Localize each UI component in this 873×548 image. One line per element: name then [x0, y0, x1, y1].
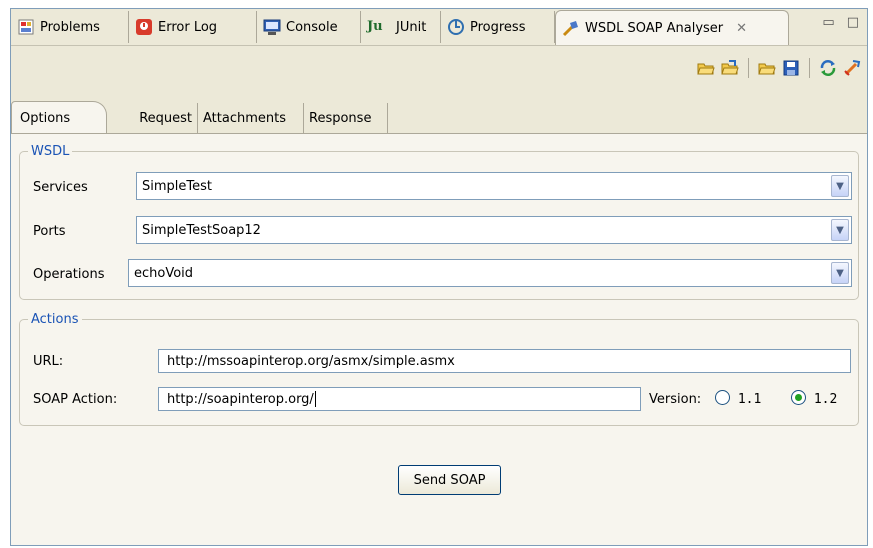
url-label: URL:	[33, 354, 64, 369]
radio-11[interactable]	[715, 390, 730, 405]
tab-options-label: Options	[20, 110, 71, 126]
actions-legend: Actions	[31, 312, 79, 327]
version-11-radio[interactable]: 1.1	[715, 390, 761, 407]
tab-junit-label: JUnit	[396, 19, 427, 35]
options-panel: WSDL Services SimpleTest ▼ Ports SimpleT…	[11, 133, 867, 545]
services-value: SimpleTest	[142, 178, 212, 194]
tab-response-label: Response	[309, 110, 372, 126]
chevron-down-icon[interactable]: ▼	[831, 175, 849, 197]
tab-request[interactable]: Request	[112, 103, 198, 133]
wsdl-analyser-icon	[562, 19, 580, 37]
load-folder-icon[interactable]	[758, 59, 776, 77]
view-tab-bar: Problems Error Log Console Ju JUnit Prog…	[11, 9, 867, 46]
version-11-label: 1.1	[737, 392, 762, 407]
text-cursor	[314, 391, 316, 407]
wsdl-legend: WSDL	[31, 144, 70, 159]
minimize-icon[interactable]: ▭	[822, 15, 834, 30]
chevron-down-icon[interactable]: ▼	[831, 262, 849, 284]
tab-wsdl-soap-analyser[interactable]: WSDL SOAP Analyser ✕	[555, 10, 789, 45]
operations-value: echoVoid	[134, 265, 194, 281]
ports-select[interactable]: SimpleTestSoap12 ▼	[136, 216, 852, 244]
tab-error-log-label: Error Log	[158, 19, 218, 35]
inner-tab-bar: Options Request Attachments Response	[11, 99, 867, 134]
url-input[interactable]: http://mssoapinterop.org/asmx/simple.asm…	[158, 349, 851, 373]
toolbar-buttons	[697, 58, 861, 78]
tab-options[interactable]: Options	[11, 101, 107, 134]
view-frame: Problems Error Log Console Ju JUnit Prog…	[10, 8, 868, 546]
close-icon[interactable]: ✕	[736, 21, 747, 36]
send-soap-button[interactable]: Send SOAP	[398, 465, 501, 495]
tab-attachments-label: Attachments	[203, 110, 286, 126]
url-value: http://mssoapinterop.org/asmx/simple.asm…	[167, 353, 455, 369]
toolbar	[11, 46, 867, 100]
open-file-icon[interactable]	[721, 59, 739, 77]
tab-progress-label: Progress	[470, 19, 526, 35]
tab-error-log[interactable]: Error Log	[129, 11, 257, 43]
version-12-radio[interactable]: 1.2	[791, 390, 837, 407]
clear-icon[interactable]	[843, 59, 861, 77]
version-12-label: 1.2	[813, 392, 838, 407]
ports-value: SimpleTestSoap12	[142, 222, 261, 238]
toolbar-separator	[809, 58, 810, 78]
send-soap-label: Send SOAP	[413, 472, 486, 488]
version-label: Version:	[649, 392, 702, 407]
operations-label: Operations	[33, 267, 105, 282]
tab-problems[interactable]: Problems	[11, 11, 129, 43]
services-select[interactable]: SimpleTest ▼	[136, 172, 852, 200]
problems-icon	[17, 18, 35, 36]
services-label: Services	[33, 180, 88, 195]
console-icon	[263, 18, 281, 36]
maximize-icon[interactable]: □	[847, 15, 859, 30]
error-log-icon	[135, 18, 153, 36]
soap-action-value: http://soapinterop.org/	[167, 391, 314, 407]
tab-request-label: Request	[139, 110, 192, 126]
radio-12[interactable]	[791, 390, 806, 405]
progress-icon	[447, 18, 465, 36]
refresh-icon[interactable]	[819, 59, 837, 77]
ports-label: Ports	[33, 224, 66, 239]
tab-problems-label: Problems	[40, 19, 100, 35]
tab-console[interactable]: Console	[257, 11, 361, 43]
tab-progress[interactable]: Progress	[441, 11, 555, 43]
tab-console-label: Console	[286, 19, 338, 35]
tab-attachments[interactable]: Attachments	[198, 103, 304, 133]
window-controls: ▭ □	[822, 15, 859, 30]
open-folder-icon[interactable]	[697, 59, 715, 77]
tab-junit[interactable]: Ju JUnit	[361, 11, 441, 43]
toolbar-separator	[748, 58, 749, 78]
junit-icon: Ju	[367, 19, 383, 34]
save-icon[interactable]	[782, 59, 800, 77]
tab-wsdl-label: WSDL SOAP Analyser	[585, 20, 724, 36]
operations-select[interactable]: echoVoid ▼	[128, 259, 852, 287]
soap-action-input[interactable]: http://soapinterop.org/	[158, 387, 641, 411]
soap-action-label: SOAP Action:	[33, 392, 118, 407]
tab-response[interactable]: Response	[304, 103, 388, 133]
chevron-down-icon[interactable]: ▼	[831, 219, 849, 241]
